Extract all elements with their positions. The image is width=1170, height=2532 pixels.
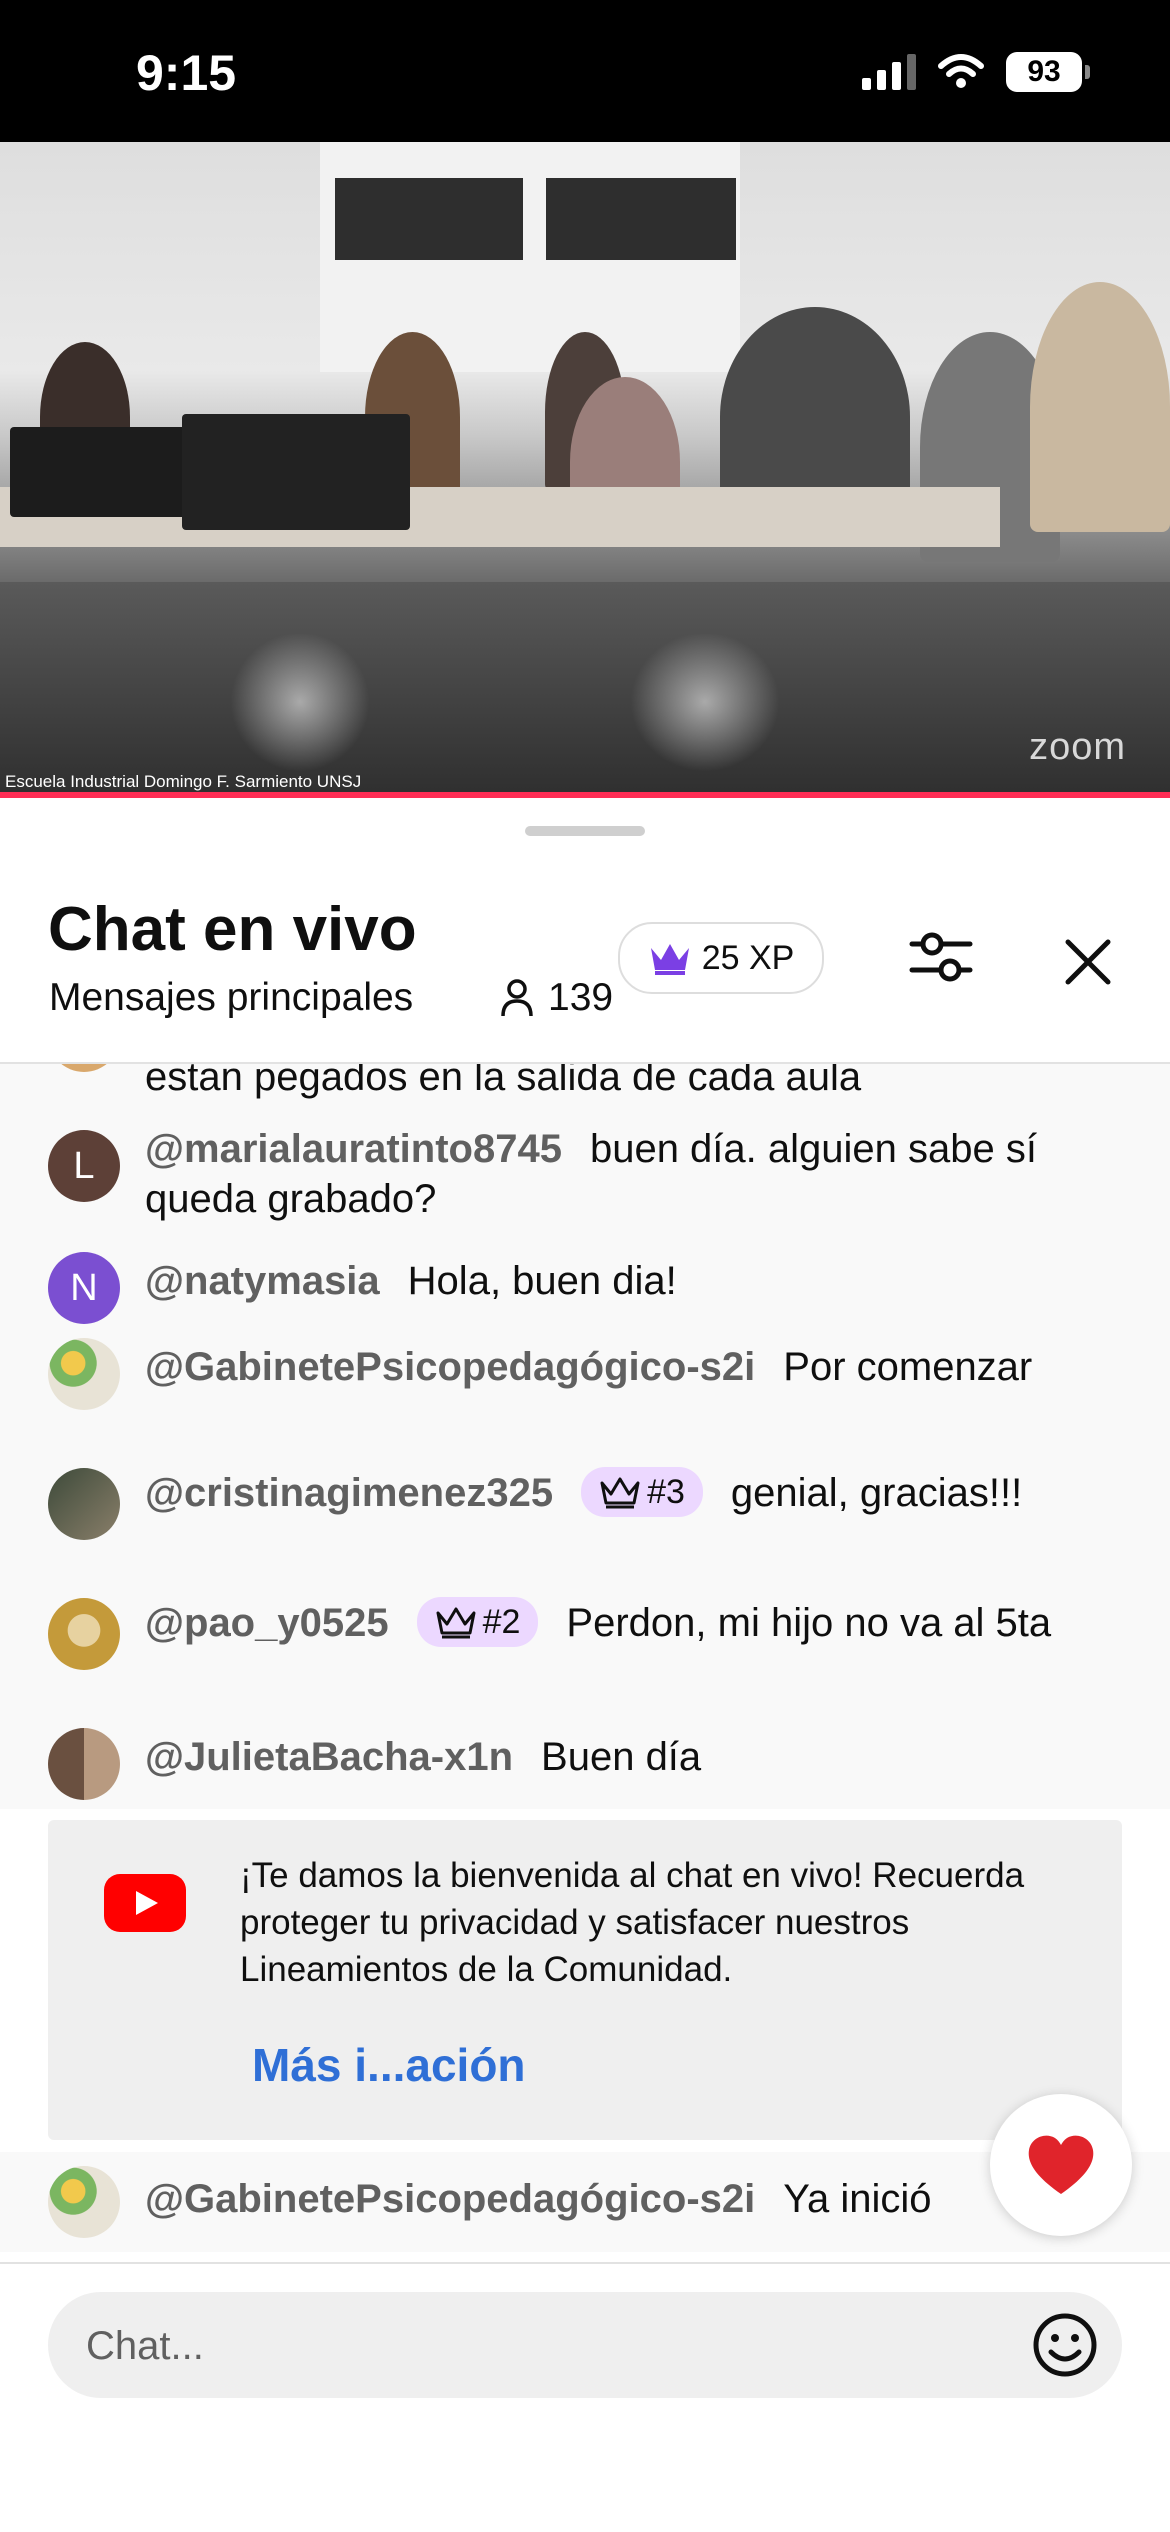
message-author[interactable]: @GabinetePsicopedagógico-s2i: [145, 1345, 755, 1389]
chat-mode-selector[interactable]: Mensajes principales: [49, 976, 413, 1020]
rank-badge-label: #2: [482, 1603, 521, 1642]
battery-icon: 93: [1006, 52, 1090, 92]
person-icon: [501, 979, 533, 1017]
message-author[interactable]: @pao_y0525: [145, 1601, 389, 1645]
message-text: Perdon, mi hijo no va al 5ta: [566, 1601, 1052, 1645]
avatar: [48, 1728, 120, 1800]
heart-icon: [1028, 2135, 1094, 2194]
welcome-card: ¡Te damos la bienvenida al chat en vivo!…: [48, 1820, 1122, 2140]
status-time: 9:15: [136, 45, 237, 101]
message-text: Ya inició: [783, 2177, 932, 2221]
message-author[interactable]: @JulietaBacha-x1n: [145, 1735, 513, 1779]
avatar: [48, 1598, 120, 1670]
message-text: Hola, buen dia!: [407, 1259, 677, 1303]
message-author[interactable]: @GabinetePsicopedagógico-s2i: [145, 2177, 755, 2221]
crown-icon: [650, 944, 689, 975]
chat-input-container: [48, 2292, 1122, 2400]
message-text: genial, gracias!!!: [730, 1471, 1023, 1515]
message-text: estan pegados en la salida de cada aula: [145, 1064, 862, 1099]
message-author[interactable]: @natymasia: [145, 1259, 380, 1303]
more-info-link[interactable]: Más i...ación: [252, 2038, 526, 2092]
rank-badge: #2: [416, 1597, 539, 1648]
chat-title: Chat en vivo: [48, 895, 417, 964]
viewer-count-value: 139: [548, 976, 614, 1019]
avatar: N: [48, 1252, 120, 1324]
settings-sliders-icon[interactable]: [906, 922, 976, 992]
rank-badge: #3: [581, 1467, 703, 1518]
youtube-icon: [104, 1874, 186, 1932]
message-author[interactable]: @marialauratinto8745: [145, 1127, 562, 1171]
message-text: Por comenzar: [783, 1345, 1033, 1389]
drag-handle[interactable]: [525, 826, 645, 836]
avatar: [48, 1338, 120, 1410]
status-bar: 9:15 93: [0, 0, 1170, 142]
viewer-count: 139: [500, 976, 613, 1020]
avatar: [48, 1064, 120, 1072]
wifi-icon: [938, 54, 984, 88]
chat-message-list[interactable]: estan pegados en la salida de cada aula …: [0, 1064, 1170, 1809]
avatar: [48, 1468, 120, 1540]
chat-input[interactable]: [84, 2292, 968, 2400]
crown-outline-icon: [600, 1477, 640, 1509]
battery-level: 93: [1006, 52, 1082, 92]
welcome-text: ¡Te damos la bienvenida al chat en vivo!…: [240, 1856, 1025, 1989]
heart-reaction-button[interactable]: [990, 2094, 1132, 2236]
avatar: [48, 2166, 120, 2238]
emoji-icon[interactable]: [1032, 2312, 1098, 2378]
avatar: L: [48, 1130, 120, 1202]
message-text: Buen día: [541, 1735, 702, 1779]
xp-label: 25 XP: [701, 938, 795, 977]
zoom-watermark: zoom: [1029, 726, 1126, 768]
video-caption: Escuela Industrial Domingo F. Sarmiento …: [5, 772, 362, 791]
message-author[interactable]: @cristinagimenez325: [145, 1471, 553, 1515]
xp-button[interactable]: 25 XP: [618, 922, 824, 994]
signal-icon: [862, 54, 916, 90]
video-player[interactable]: zoom Escuela Industrial Domingo F. Sarmi…: [0, 142, 1170, 796]
rank-badge-label: #3: [647, 1473, 685, 1512]
live-progress-bar: [0, 792, 1170, 798]
close-icon[interactable]: [1058, 932, 1118, 992]
status-icons: 93: [862, 52, 1090, 92]
live-chat-panel: Chat en vivo Mensajes principales 139 25…: [0, 802, 1170, 2532]
crown-outline-icon: [436, 1607, 476, 1639]
